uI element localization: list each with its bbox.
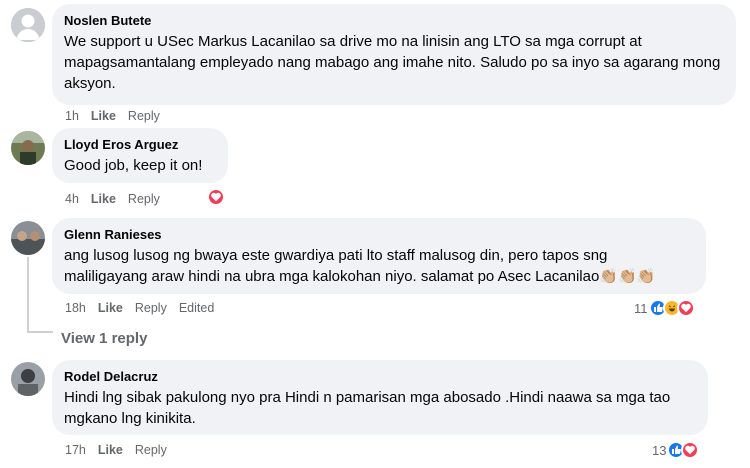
comment-author[interactable]: Glenn Ranieses [64, 226, 694, 243]
reply-thread-line [27, 257, 29, 333]
heart-reaction-icon [676, 299, 695, 317]
reaction-summary[interactable]: 13 [652, 441, 700, 459]
heart-reaction-icon [681, 441, 700, 459]
reply-button[interactable]: Reply [128, 192, 160, 206]
comment-author[interactable]: Rodel Delacruz [64, 368, 696, 385]
comment-time[interactable]: 1h [65, 109, 79, 123]
comment-actions: 18h Like Reply Edited [65, 300, 226, 316]
reaction-count: 11 [634, 300, 648, 316]
like-button[interactable]: Like [91, 109, 116, 123]
heart-reaction-icon [207, 188, 225, 206]
edited-label: Edited [178, 301, 215, 315]
reaction-count: 13 [652, 442, 667, 458]
reaction-summary[interactable]: 11 [634, 299, 695, 317]
comment-actions: 1h Like Reply [65, 108, 172, 124]
reaction-summary[interactable] [207, 188, 225, 206]
comment-bubble: Glenn Ranieses ang lusog lusog ng bwaya … [52, 218, 706, 294]
avatar-glenn[interactable] [11, 221, 45, 255]
comment-actions: 4h Like Reply [65, 191, 172, 207]
reply-button[interactable]: Reply [135, 301, 167, 315]
comment-time[interactable]: 17h [65, 443, 86, 457]
comment-time[interactable]: 18h [65, 301, 86, 315]
like-button[interactable]: Like [98, 443, 123, 457]
comment-actions: 17h Like Reply [65, 442, 179, 458]
comment-text: Hindi lng sibak pakulong nyo pra Hindi n… [64, 389, 671, 427]
comment-text: We support u USec Markus Lacanilao sa dr… [64, 33, 721, 92]
comment-bubble: Noslen Butete We support u USec Markus L… [52, 4, 736, 105]
view-replies-link[interactable]: View 1 reply [61, 330, 147, 347]
like-button[interactable]: Like [98, 301, 123, 315]
like-button[interactable]: Like [91, 192, 116, 206]
reply-button[interactable]: Reply [128, 109, 160, 123]
avatar-rodel[interactable] [11, 362, 45, 396]
avatar-noslen[interactable] [11, 8, 45, 42]
comment-bubble: Rodel Delacruz Hindi lng sibak pakulong … [52, 360, 708, 435]
comment-author[interactable]: Noslen Butete [64, 12, 724, 29]
comment-author[interactable]: Lloyd Eros Arguez [64, 136, 216, 153]
comment-bubble: Lloyd Eros Arguez Good job, keep it on! [52, 128, 228, 183]
comment-text: Good job, keep it on! [64, 157, 203, 174]
comment-text: ang lusog lusog ng bwaya este gwardiya p… [64, 247, 656, 285]
reply-thread-connector [27, 331, 53, 333]
avatar-lloyd[interactable] [11, 131, 45, 165]
comment-time[interactable]: 4h [65, 192, 79, 206]
reply-button[interactable]: Reply [135, 443, 167, 457]
